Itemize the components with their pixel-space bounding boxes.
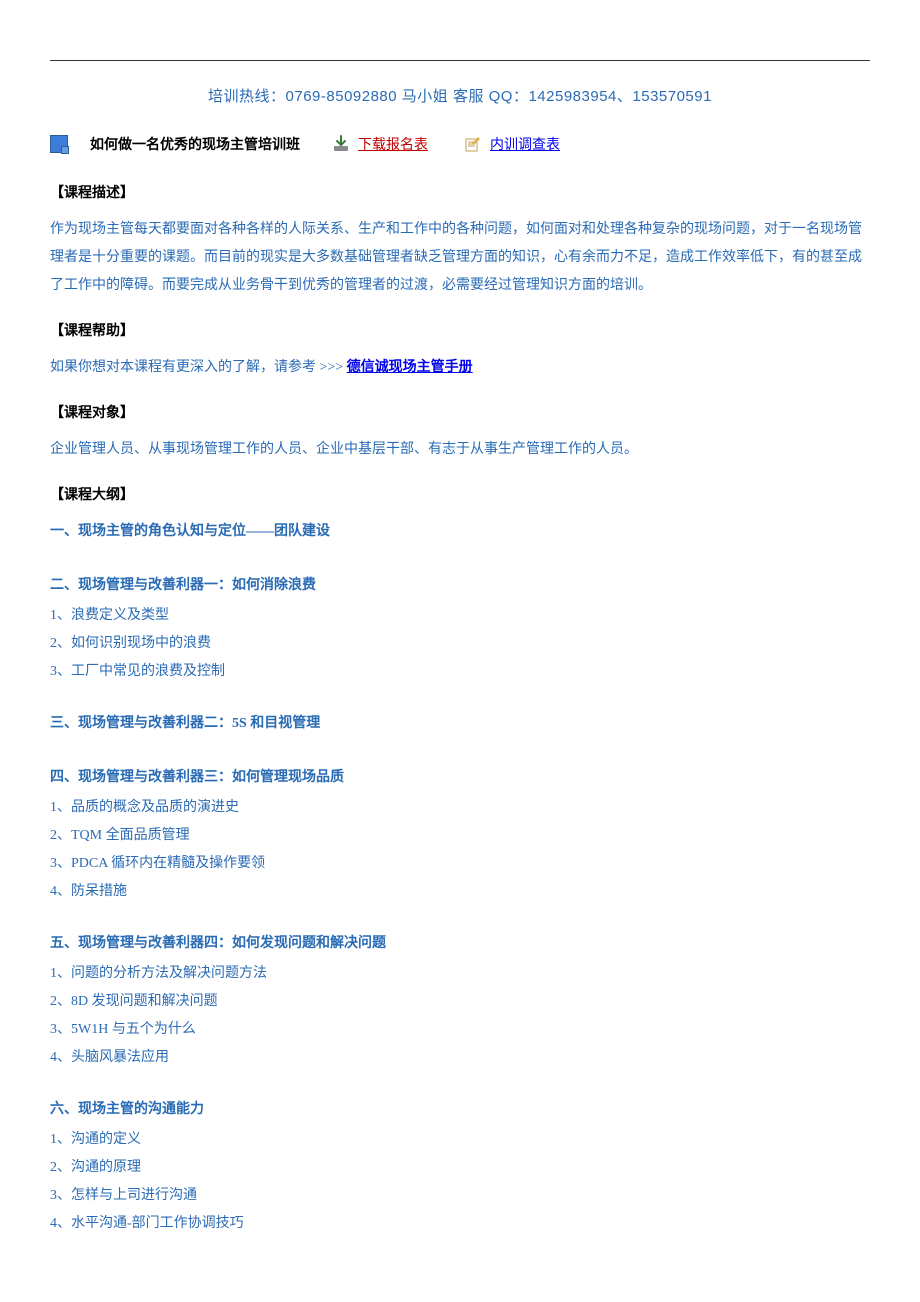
write-form-icon (464, 135, 482, 153)
download-registration-link[interactable]: 下载报名表 (358, 134, 428, 154)
manual-link[interactable]: 德信诚现场主管手册 (347, 360, 473, 375)
outline-s4-item: 1、品质的概念及品质的演进史 (50, 794, 870, 822)
help-body: 如果你想对本课程有更深入的了解，请参考 >>> 德信诚现场主管手册 (50, 354, 870, 382)
outline-s5-item: 2、8D 发现问题和解决问题 (50, 988, 870, 1016)
document-page: 培训热线：0769-85092880 马小姐 客服 QQ：1425983954、… (0, 0, 920, 1278)
outline-s3-title: 三、现场管理与改善利器二：5S 和目视管理 (50, 710, 870, 738)
training-hotline: 培训热线：0769-85092880 马小姐 客服 QQ：1425983954、… (50, 85, 870, 106)
outline-s4-item: 3、PDCA 循环内在精髓及操作要领 (50, 850, 870, 878)
spacer-block (50, 1072, 870, 1086)
spacer-block (50, 740, 870, 754)
title-row: 如何做一名优秀的现场主管培训班 下载报名表 内训调查表 (50, 134, 870, 154)
outline-s4-item: 2、TQM 全面品质管理 (50, 822, 870, 850)
outline-s5-title: 五、现场管理与改善利器四：如何发现问题和解决问题 (50, 930, 870, 958)
target-body: 企业管理人员、从事现场管理工作的人员、企业中基层干部、有志于从事生产管理工作的人… (50, 436, 870, 464)
outline-s2-title: 二、现场管理与改善利器一：如何消除浪费 (50, 572, 870, 600)
download-icon (332, 135, 350, 153)
outline-s6-title: 六、现场主管的沟通能力 (50, 1096, 870, 1124)
outline-s6-item: 3、怎样与上司进行沟通 (50, 1182, 870, 1210)
spacer-block (50, 906, 870, 920)
outline-s5-item: 3、5W1H 与五个为什么 (50, 1016, 870, 1044)
outline-s2-item: 3、工厂中常见的浪费及控制 (50, 658, 870, 686)
section-head-help: 【课程帮助】 (50, 320, 870, 340)
outline-s6-item: 2、沟通的原理 (50, 1154, 870, 1182)
help-prefix: 如果你想对本课程有更深入的了解，请参考 >>> (50, 360, 347, 375)
outline-s1-title: 一、现场主管的角色认知与定位——团队建设 (50, 518, 870, 546)
outline-s2-item: 1、浪费定义及类型 (50, 602, 870, 630)
spacer-block (50, 686, 870, 700)
outline-s5-item: 4、头脑风暴法应用 (50, 1044, 870, 1072)
section-head-description: 【课程描述】 (50, 182, 870, 202)
spacer-block (50, 548, 870, 562)
section-head-target: 【课程对象】 (50, 402, 870, 422)
outline-s5-item: 1、问题的分析方法及解决问题方法 (50, 960, 870, 988)
internal-survey-link[interactable]: 内训调查表 (490, 134, 560, 154)
outline-s4-item: 4、防呆措施 (50, 878, 870, 906)
outline-s6-item: 1、沟通的定义 (50, 1126, 870, 1154)
section-head-outline: 【课程大纲】 (50, 484, 870, 504)
description-body: 作为现场主管每天都要面对各种各样的人际关系、生产和工作中的各种问题，如何面对和处… (50, 216, 870, 300)
outline-s4-title: 四、现场管理与改善利器三：如何管理现场品质 (50, 764, 870, 792)
outline-s6-item: 4、水平沟通-部门工作协调技巧 (50, 1210, 870, 1238)
course-title: 如何做一名优秀的现场主管培训班 (90, 134, 300, 154)
outline-s2-item: 2、如何识别现场中的浪费 (50, 630, 870, 658)
top-rule (50, 60, 870, 61)
page-layers-icon (50, 135, 68, 153)
